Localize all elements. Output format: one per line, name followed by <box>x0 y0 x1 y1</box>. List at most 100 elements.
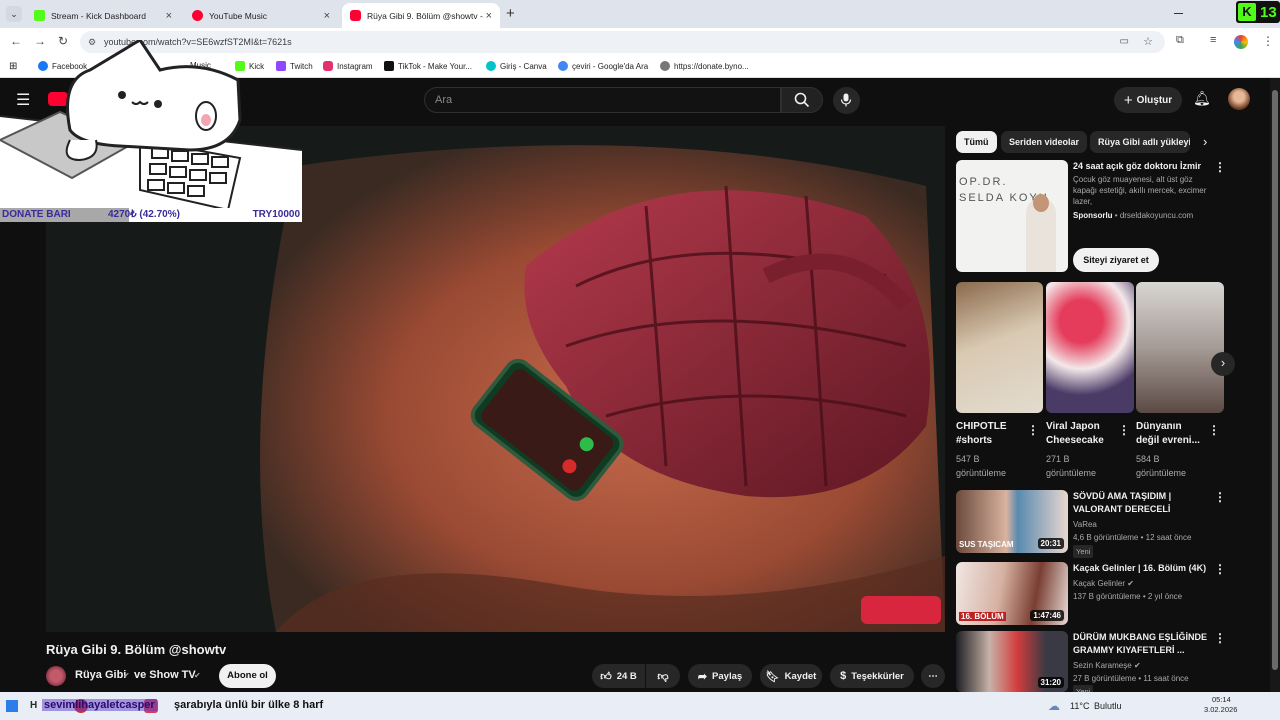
more-actions-button[interactable]: ⋯ <box>921 664 945 688</box>
youtube-music-favicon-icon <box>192 10 203 21</box>
install-app-icon[interactable]: ▭ <box>1120 31 1129 53</box>
start-windows-icon[interactable] <box>6 700 18 712</box>
sponsor-label: Sponsorlu <box>1073 211 1113 220</box>
more-horizontal-icon: ⋯ <box>928 670 938 682</box>
bookmark-label: çeviri - Google'da Ara <box>572 61 649 71</box>
channel-name[interactable]: Rüya Gibi <box>75 669 126 681</box>
ad-thumbnail[interactable]: OP.DR. SELDA KOYU <box>956 160 1068 272</box>
short-title[interactable]: Viral Japon Cheesecake <box>1046 420 1112 448</box>
video-title: Rüya Gibi 9. Bölüm @showtv <box>46 642 227 657</box>
short-thumbnail[interactable] <box>1136 282 1224 413</box>
chip-all[interactable]: Tümü <box>956 131 997 153</box>
kick-logo-icon: K <box>1238 3 1256 21</box>
bookmark-star-icon[interactable]: ☆ <box>1143 31 1153 53</box>
video-duration: 31:20 <box>1037 677 1064 688</box>
create-button[interactable]: + Oluştur <box>1114 87 1182 113</box>
tab-youtube-music[interactable]: YouTube Music × <box>184 3 338 28</box>
save-label: Kaydet <box>784 670 817 682</box>
more-vert-icon[interactable]: ⋮ <box>1118 423 1130 437</box>
minimize-button[interactable] <box>1174 13 1183 14</box>
share-button[interactable]: ➦ Paylaş <box>688 664 752 688</box>
tab-kick-dashboard[interactable]: Stream - Kick Dashboard × <box>26 3 180 28</box>
profile-avatar-icon[interactable] <box>1234 35 1248 49</box>
more-vert-icon[interactable]: ⋮ <box>1208 423 1220 437</box>
ad-cta-button[interactable]: Siteyi ziyaret et <box>1073 248 1159 272</box>
close-icon[interactable]: × <box>166 10 172 22</box>
search-button[interactable] <box>781 87 823 113</box>
thumbs-up-icon: 👍︎ <box>600 670 612 683</box>
dislike-button[interactable]: 👎︎ <box>646 664 680 688</box>
more-vert-icon[interactable]: ⋮ <box>1214 562 1226 576</box>
chip-series[interactable]: Seriden videolar <box>1001 131 1088 153</box>
bookmark-label: Instagram <box>337 61 373 71</box>
channel-collab-name[interactable]: ve Show TV <box>134 669 196 681</box>
voice-search-button[interactable] <box>833 87 860 114</box>
related-thumbnail[interactable]: 31:20 <box>956 631 1068 692</box>
like-count: 24 B <box>616 670 637 682</box>
tab-youtube-video[interactable]: Rüya Gibi 9. Bölüm @showtv - × <box>342 3 500 28</box>
weather-cloud-icon[interactable]: ☁ <box>1048 699 1060 713</box>
channel-avatar[interactable] <box>46 666 66 686</box>
bookmark-instagram[interactable]: Instagram <box>323 61 373 71</box>
kick-badge-count: 13 <box>1260 3 1277 21</box>
related-thumbnail[interactable]: SUS TAŞICAM 20:31 <box>956 490 1068 553</box>
chip-uploader[interactable]: Rüya Gibi adlı yükleyic <box>1090 131 1190 153</box>
more-vert-icon[interactable]: ⋮ <box>1027 423 1039 437</box>
related-channel[interactable]: Sezin Karameşe <box>1073 661 1132 670</box>
shorts-next-button[interactable]: › <box>1211 352 1235 376</box>
close-icon[interactable]: × <box>486 10 492 22</box>
related-thumbnail[interactable]: 16. BÖLÜM 1:47:46 <box>956 562 1068 625</box>
tab-title: YouTube Music <box>209 10 267 21</box>
ad-description: Çocuk göz muayenesi, alt üst göz kapağı … <box>1073 175 1207 206</box>
browser-menu-icon[interactable]: ⋮ <box>1262 34 1274 48</box>
notifications-bell-icon[interactable]: 🔔︎ <box>1193 90 1211 107</box>
new-tab-button[interactable]: + <box>506 5 515 22</box>
close-icon[interactable]: × <box>324 10 330 22</box>
chip-label: Rüya Gibi adlı yükleyic <box>1098 137 1190 147</box>
short-title[interactable]: CHIPOTLE #shorts <box>956 420 1022 448</box>
short-thumbnail[interactable] <box>1046 282 1134 413</box>
short-views: 584 B görüntüleme <box>1136 454 1187 478</box>
thumb-text: SUS TAŞICAM <box>959 540 1014 549</box>
clock-date[interactable]: 3.02.2026 <box>1204 705 1237 714</box>
thanks-button[interactable]: $ Teşekkürler <box>830 664 914 688</box>
media-controls-icon[interactable]: ≡ <box>1210 34 1216 46</box>
chevron-right-icon[interactable]: › <box>1203 134 1207 149</box>
short-title[interactable]: Dünyanın değil evreni... <box>1136 420 1202 448</box>
search-input[interactable]: Ara <box>424 87 781 113</box>
tab-title: Rüya Gibi 9. Bölüm @showtv - <box>367 10 483 21</box>
scrollbar-thumb[interactable] <box>1272 90 1278 670</box>
related-channel[interactable]: VaRea <box>1073 519 1097 530</box>
more-vert-icon[interactable]: ⋮ <box>1214 631 1226 645</box>
related-channel[interactable]: Kaçak Gelinler <box>1073 579 1125 588</box>
bookmark-google-ceviri[interactable]: çeviri - Google'da Ara <box>558 61 648 71</box>
related-title[interactable]: SÖVDÜ AMA TAŞIDIM | VALORANT DERECELİ <box>1073 490 1203 516</box>
share-label: Paylaş <box>712 670 743 682</box>
clock-time[interactable]: 05:14 <box>1212 695 1231 704</box>
search-icon <box>794 92 810 108</box>
subscribe-button[interactable]: Abone ol <box>219 664 276 688</box>
bookmark-donate[interactable]: https://donate.byno... <box>660 61 749 71</box>
tiktok-icon <box>384 61 394 71</box>
more-vert-icon[interactable]: ⋮ <box>1214 490 1226 504</box>
ad-title[interactable]: 24 saat açık göz doktoru İzmir <box>1073 160 1213 173</box>
page-scrollbar[interactable] <box>1270 78 1280 692</box>
bookmark-tiktok[interactable]: TikTok - Make Your... <box>384 61 472 71</box>
related-title[interactable]: Kaçak Gelinler | 16. Bölüm (4K) <box>1073 562 1213 575</box>
account-avatar[interactable] <box>1228 88 1250 110</box>
video-duration: 20:31 <box>1037 538 1064 549</box>
weather-temp[interactable]: 11°C <box>1070 701 1089 711</box>
more-vert-icon[interactable]: ⋮ <box>1214 160 1226 174</box>
windows-taskbar: H sevimlihayaletcasper şarabıyla ünlü bi… <box>0 692 1280 720</box>
like-button[interactable]: 👍︎ 24 B <box>592 664 645 688</box>
ticker-prefix: H <box>30 700 38 711</box>
tab-search-button[interactable]: ⌄ <box>6 6 22 22</box>
verified-check-icon: ✔ <box>1127 579 1134 588</box>
ticker-user: sevimlihayaletcasper <box>42 699 157 711</box>
related-title[interactable]: DÜRÜM MUKBANG EŞLİĞİNDE GRAMMY KIYAFETLE… <box>1073 631 1208 657</box>
save-button[interactable]: 🔖︎ Kaydet <box>760 664 822 688</box>
bookmark-canva[interactable]: Giriş - Canva <box>486 61 547 71</box>
short-thumbnail[interactable] <box>956 282 1043 413</box>
extensions-icon[interactable]: ⧉ <box>1176 34 1184 47</box>
short-views: 271 B görüntüleme <box>1046 454 1097 478</box>
